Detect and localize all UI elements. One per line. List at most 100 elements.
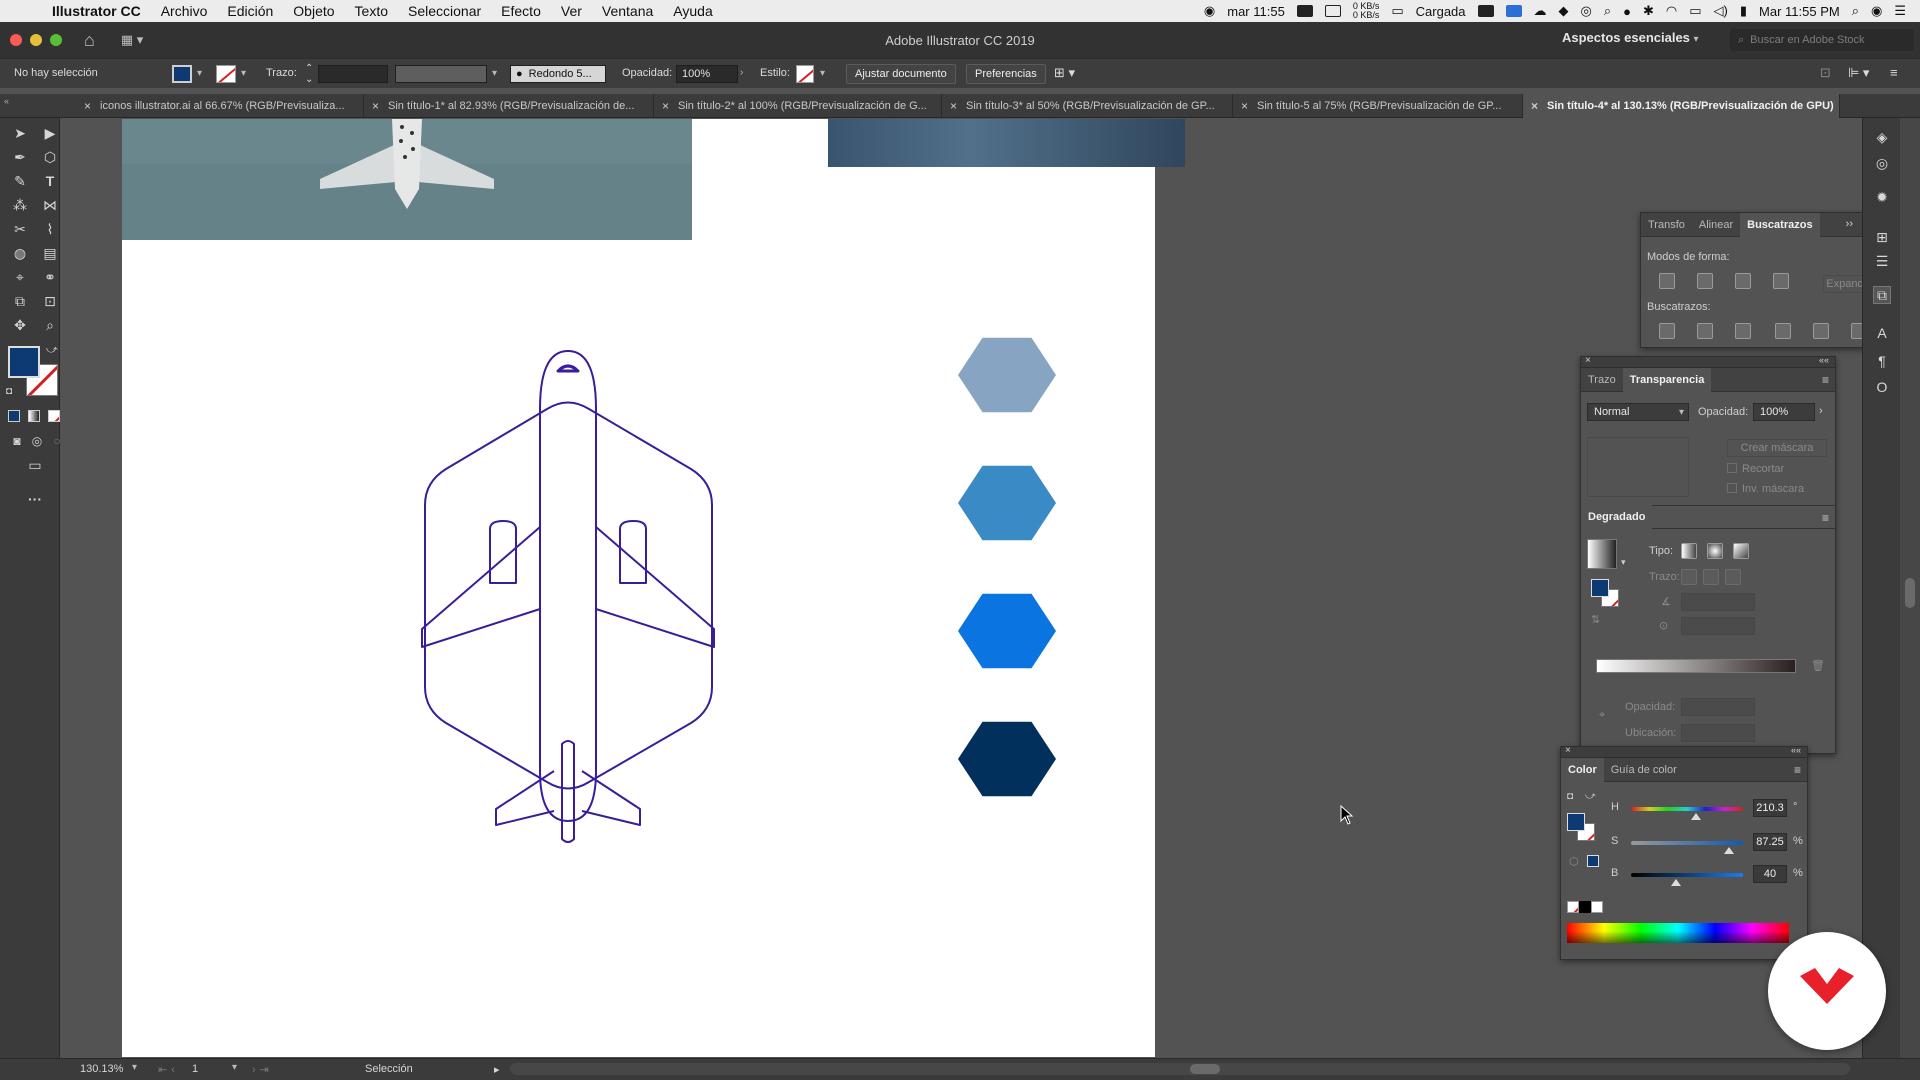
collapse-panel-icon[interactable]: ««: [1791, 745, 1801, 755]
stroke-along-button[interactable]: [1703, 569, 1719, 585]
menu-ventana[interactable]: Ventana: [592, 3, 663, 19]
opacity-arrow-icon[interactable]: ›: [740, 67, 743, 78]
doc-tab-sin-titulo-3[interactable]: × Sin título-3* al 50% (RGB/Previsualizac…: [942, 94, 1233, 118]
zoom-tool-icon[interactable]: ⌕: [39, 314, 61, 336]
zoom-level[interactable]: 130.13%: [80, 1063, 123, 1075]
shape-builder-tool-icon[interactable]: ◍: [9, 242, 31, 264]
search-icon[interactable]: ⌕: [1852, 3, 1859, 19]
none-swatch[interactable]: [1567, 901, 1579, 913]
close-tab-icon[interactable]: ×: [372, 99, 379, 113]
selection-tool-icon[interactable]: ➤: [9, 122, 31, 144]
panel-menu-icon[interactable]: ≡: [1822, 511, 1829, 525]
clip-checkbox[interactable]: Recortar: [1727, 463, 1784, 475]
gradient-angle-input[interactable]: [1681, 593, 1755, 611]
memory-icon[interactable]: [1324, 5, 1341, 17]
blend-tool-icon[interactable]: ⚭: [39, 266, 61, 288]
tab-pathfinder[interactable]: Buscatrazos: [1740, 212, 1820, 237]
align-options-icon[interactable]: ⊫ ▾: [1848, 65, 1869, 81]
menu-efecto[interactable]: Efecto: [491, 3, 551, 19]
doc-tab-sin-titulo-5[interactable]: × Sin título-5 al 75% (RGB/Previsualizaci…: [1233, 94, 1523, 118]
expand-panel-icon[interactable]: ››: [1846, 218, 1853, 230]
menu-texto[interactable]: Texto: [345, 3, 398, 19]
collapse-panel-icon[interactable]: ««: [1819, 355, 1829, 365]
stroke-weight-input[interactable]: [318, 65, 388, 83]
saturation-slider-thumb[interactable]: [1723, 847, 1734, 854]
transparency-opacity-input[interactable]: 100%: [1753, 403, 1815, 421]
gradient-aspect-input[interactable]: [1681, 617, 1755, 635]
swap-colors-icon[interactable]: ⤻: [1585, 791, 1596, 802]
panel-grip[interactable]: × ««: [1561, 745, 1807, 758]
hexagon-medium-blue[interactable]: [958, 465, 1056, 541]
gradient-tool-icon[interactable]: ▤: [39, 242, 61, 264]
artboard-first-prev-icon[interactable]: ⇤‹: [158, 1063, 179, 1076]
siri-icon[interactable]: ●: [1623, 4, 1631, 19]
dropbox-icon[interactable]: ◆: [1559, 3, 1569, 19]
style-chevron-icon[interactable]: ▾: [820, 68, 825, 79]
panel-grip[interactable]: × ««: [1581, 355, 1835, 368]
close-panel-icon[interactable]: ×: [1565, 745, 1571, 756]
control-bar-menu-icon[interactable]: ≡: [1890, 65, 1898, 80]
activity-monitor-icon[interactable]: [1296, 5, 1313, 17]
artboards-icon[interactable]: ⊞: [1873, 228, 1891, 246]
black-swatch[interactable]: [1579, 901, 1591, 913]
artboard-number[interactable]: 1: [192, 1063, 198, 1075]
close-tab-icon[interactable]: ×: [1531, 99, 1538, 113]
battery-status[interactable]: Cargada: [1416, 4, 1466, 19]
status-menu-arrow-icon[interactable]: ▸: [494, 1063, 500, 1076]
arrange-documents-icon[interactable]: ▦ ▾: [121, 32, 143, 48]
fill-swatch[interactable]: [172, 65, 192, 83]
crop-button[interactable]: [1775, 323, 1791, 339]
linear-gradient-button[interactable]: [1681, 543, 1697, 559]
close-tab-icon[interactable]: ×: [662, 99, 669, 113]
minus-front-button[interactable]: [1697, 273, 1713, 289]
profile-chevron-icon[interactable]: ▾: [492, 68, 497, 79]
menu-edicion[interactable]: Edición: [217, 3, 283, 19]
panel-menu-icon[interactable]: ≡: [1822, 373, 1829, 387]
stroke-within-button[interactable]: [1681, 569, 1697, 585]
web-safe-color-swatch[interactable]: [1587, 855, 1599, 867]
gradient-mode-icon[interactable]: [28, 410, 40, 422]
creative-cloud-icon[interactable]: ☁: [1534, 3, 1547, 19]
current-tool-status[interactable]: Selección: [365, 1063, 413, 1075]
horizontal-scrollbar[interactable]: [510, 1063, 1850, 1075]
tools-collapse-icon[interactable]: «: [4, 96, 9, 106]
default-colors-icon[interactable]: ◘: [1567, 791, 1573, 802]
artboard-chevron-icon[interactable]: ▾: [232, 1062, 237, 1073]
vertical-scrollbar[interactable]: [1900, 118, 1920, 1058]
close-panel-icon[interactable]: ×: [1585, 355, 1591, 366]
layers-icon[interactable]: ◈: [1873, 128, 1891, 146]
divide-button[interactable]: [1659, 323, 1675, 339]
draw-normal-icon[interactable]: ◙: [6, 430, 28, 452]
tab-color-guide[interactable]: Guía de color: [1604, 758, 1684, 782]
trim-button[interactable]: [1697, 323, 1713, 339]
close-window-button[interactable]: [10, 34, 22, 46]
brightness-slider[interactable]: [1631, 873, 1743, 877]
freeform-gradient-button[interactable]: [1733, 543, 1749, 559]
variable-width-profile[interactable]: [395, 65, 487, 83]
menu-archivo[interactable]: Archivo: [151, 3, 218, 19]
wifi-icon[interactable]: ◠: [1666, 3, 1677, 19]
hexagon-bright-blue[interactable]: [958, 593, 1056, 669]
gradient-location-input[interactable]: [1681, 724, 1755, 742]
siri-orb-icon[interactable]: ◉: [1871, 3, 1882, 19]
brightness-slider-thumb[interactable]: [1670, 879, 1681, 886]
battery-icon[interactable]: ▭: [1391, 3, 1403, 19]
pen-tool-icon[interactable]: ✒: [9, 146, 31, 168]
artboard-tool-icon[interactable]: ⊡: [39, 290, 61, 312]
app-icon-blue[interactable]: [1505, 5, 1522, 17]
paragraph-icon[interactable]: ¶: [1873, 352, 1891, 370]
gradient-dropdown-chevron-icon[interactable]: ▾: [1621, 557, 1626, 568]
ellipse-tool-icon[interactable]: ⬡: [39, 146, 61, 168]
radial-gradient-button[interactable]: [1707, 543, 1723, 559]
adobe-stock-search[interactable]: ⌕ Buscar en Adobe Stock: [1730, 29, 1914, 51]
gradient-eyedropper-icon[interactable]: ⌖: [1599, 709, 1605, 722]
eye-icon[interactable]: ◎: [1581, 3, 1592, 19]
type-tool-icon[interactable]: T: [39, 170, 61, 192]
default-colors-icon[interactable]: ◘: [6, 386, 12, 397]
magic-wand-tool-icon[interactable]: ⁂: [9, 194, 31, 216]
merge-button[interactable]: [1735, 323, 1751, 339]
artboard[interactable]: [122, 119, 1185, 1057]
fill-dropdown-chevron-icon[interactable]: ▾: [197, 68, 202, 79]
brush-definition-select[interactable]: ● Redondo 5...: [510, 65, 606, 83]
make-mask-button[interactable]: Crear máscara: [1727, 439, 1827, 457]
